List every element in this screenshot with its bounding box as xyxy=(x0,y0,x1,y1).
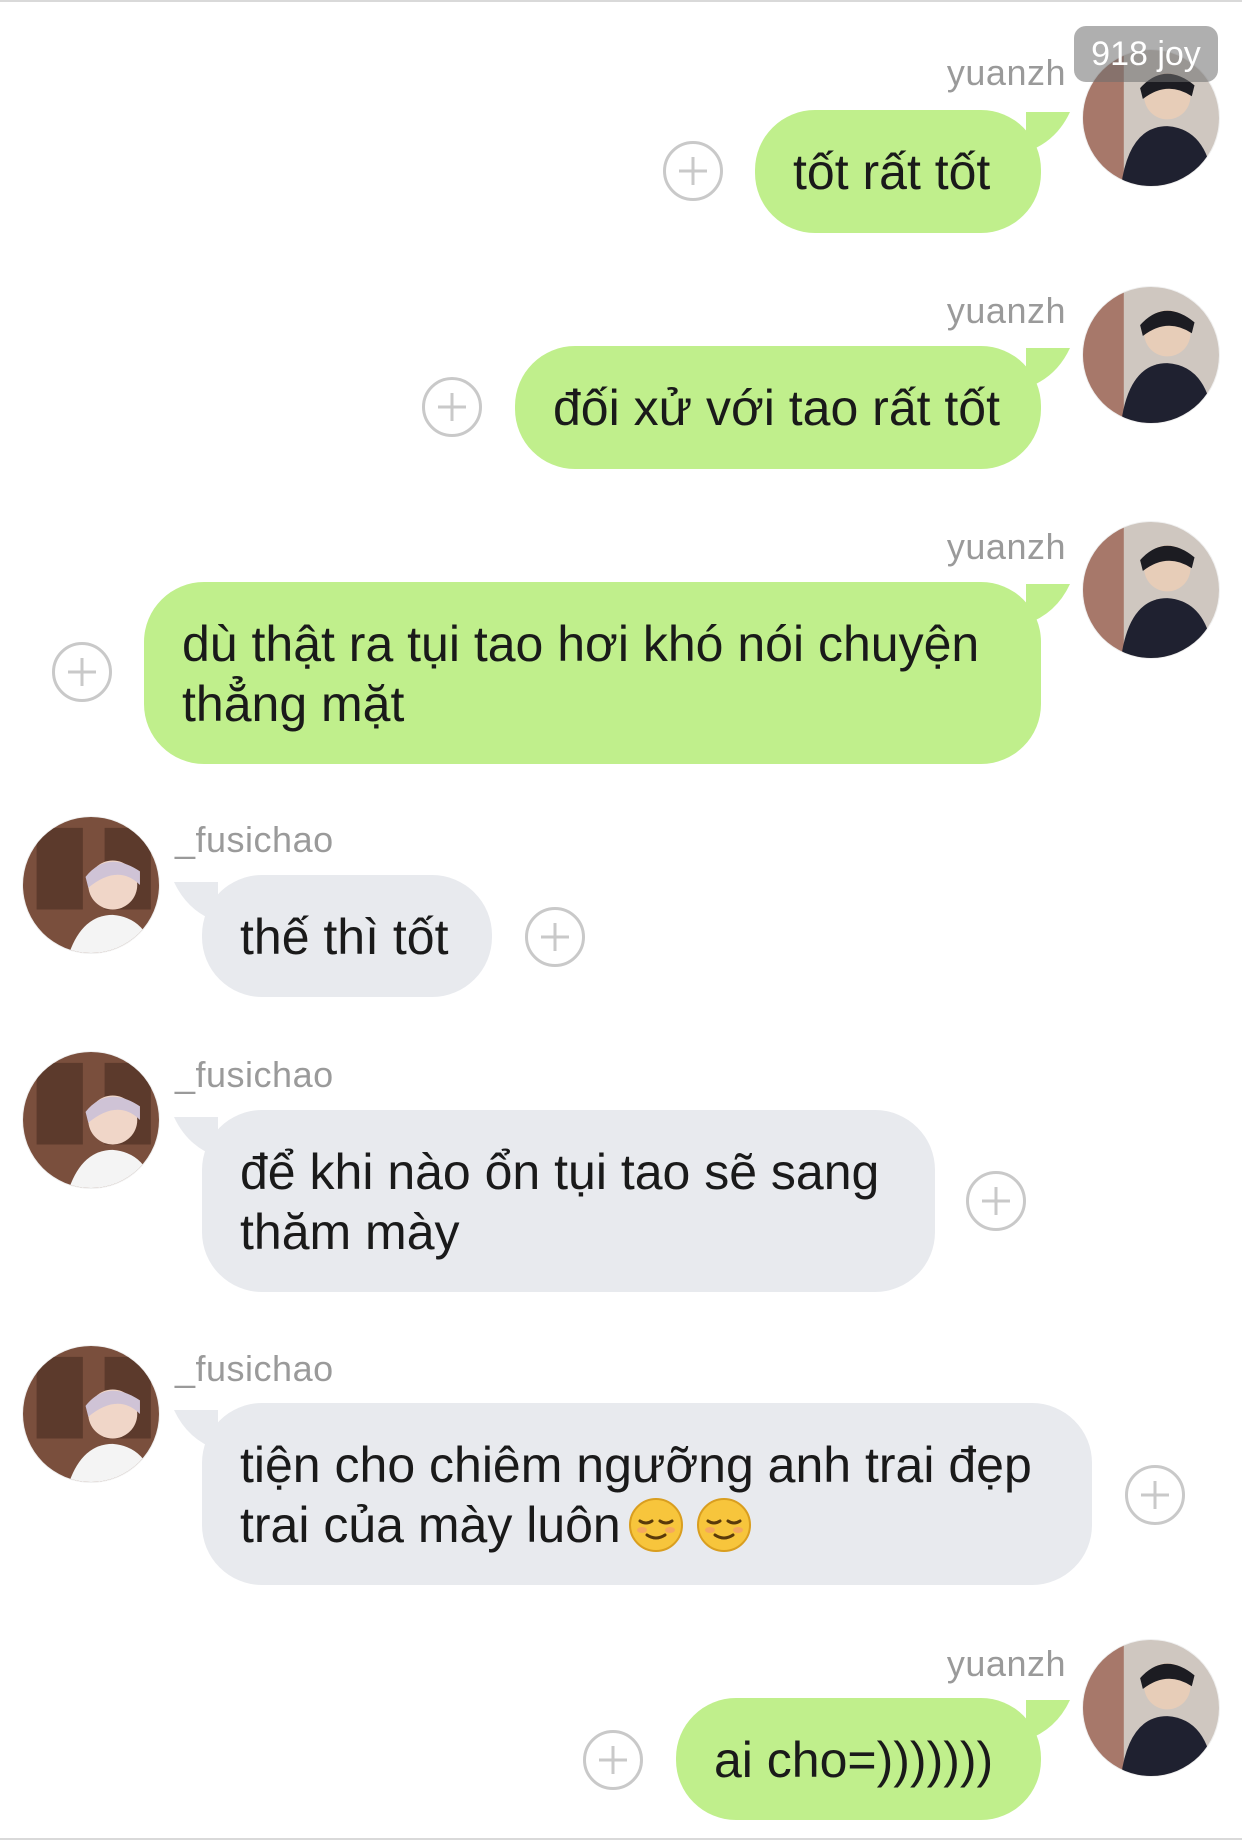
my-avatar[interactable] xyxy=(1083,287,1219,423)
top-divider xyxy=(0,0,1242,2)
message-text: đối xử với tao rất tốt xyxy=(553,380,1000,436)
add-reaction-button[interactable] xyxy=(1125,1465,1185,1525)
my-avatar[interactable] xyxy=(1083,522,1219,658)
message-text: thế thì tốt xyxy=(240,909,449,965)
add-reaction-button[interactable] xyxy=(422,377,482,437)
sender-name: yuanzh xyxy=(946,290,1066,331)
message-bubble[interactable]: để khi nào ổn tụi tao sẽ sang thăm mày xyxy=(202,1110,935,1292)
contact-avatar[interactable] xyxy=(23,817,159,953)
message-bubble[interactable]: dù thật ra tụi tao hơi khó nói chuyện th… xyxy=(144,582,1041,764)
watermark-badge: 918 joy xyxy=(1074,26,1218,82)
add-reaction-button[interactable] xyxy=(52,642,112,702)
message-bubble[interactable]: thế thì tốt xyxy=(202,875,492,997)
sender-name: yuanzh xyxy=(946,1643,1066,1684)
bottom-divider xyxy=(0,1838,1242,1840)
message-bubble[interactable]: ai cho=))))))) xyxy=(676,1698,1041,1820)
add-reaction-button[interactable] xyxy=(663,141,723,201)
sender-name: _fusichao xyxy=(175,1348,334,1389)
message-text: ai cho=))))))) xyxy=(714,1732,994,1788)
message-text: để khi nào ổn tụi tao sẽ sang thăm mày xyxy=(240,1144,880,1260)
sender-name: yuanzh xyxy=(946,526,1066,567)
message-text: dù thật ra tụi tao hơi khó nói chuyện th… xyxy=(182,616,980,732)
contact-avatar[interactable] xyxy=(23,1052,159,1188)
add-reaction-button[interactable] xyxy=(583,1730,643,1790)
sender-name: _fusichao xyxy=(175,1054,334,1095)
sender-name: _fusichao xyxy=(175,819,334,860)
add-reaction-button[interactable] xyxy=(966,1171,1026,1231)
message-bubble[interactable]: đối xử với tao rất tốt xyxy=(515,346,1041,469)
relieved-face-emoji xyxy=(696,1497,752,1553)
relieved-face-emoji xyxy=(628,1497,684,1553)
message-bubble[interactable]: tiện cho chiêm ngưỡng anh trai đẹp trai … xyxy=(202,1403,1092,1585)
add-reaction-button[interactable] xyxy=(525,907,585,967)
message-bubble[interactable]: tốt rất tốt xyxy=(755,110,1041,233)
sender-name: yuanzh xyxy=(946,52,1066,93)
contact-avatar[interactable] xyxy=(23,1346,159,1482)
message-text: tốt rất tốt xyxy=(793,144,991,200)
my-avatar[interactable] xyxy=(1083,1640,1219,1776)
chat-thread: yuanzh tốt rất tốt yuanzh đối xử với tao… xyxy=(0,0,1242,1842)
